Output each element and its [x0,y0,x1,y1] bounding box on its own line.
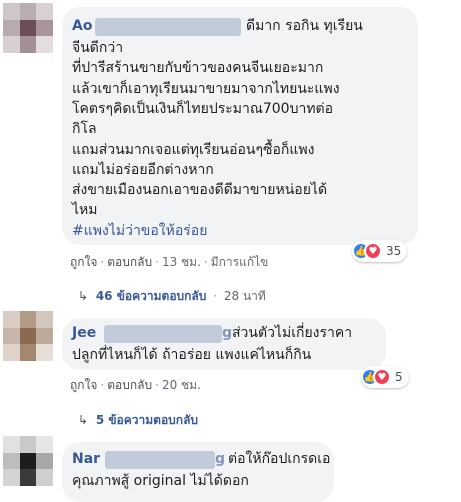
comment-actions: ถูกใจ · ตอบกลับ · 13 ชม. · มีการแก้ไข [70,255,269,269]
reaction-count: 35 [386,244,402,258]
comment-text-line: แถมส่วนมากเจอแต่ทุเรียนอ่อนๆซื้อก็แพง [72,141,315,158]
comment-text-line: คุณภาพสู้ original ไม่ได้ดอก [72,473,249,489]
heart-icon: ♥ [373,368,391,386]
like-link[interactable]: ถูกใจ [70,255,97,269]
reply-arrow-icon: ↳ [78,289,89,303]
comment-author[interactable]: Jee [72,323,96,344]
hashtag-link[interactable]: #แพงไม่ว่าขอให้อร่อย [72,221,207,242]
author-name-blur [104,325,222,343]
avatar[interactable] [3,311,53,361]
reply-link[interactable]: ตอบกลับ [107,378,152,392]
edited-label[interactable]: มีการแก้ไข [211,255,269,269]
comment-author-tail[interactable]: g [215,449,225,470]
view-replies-link[interactable]: ↳ 5 ข้อความตอบกลับ [78,412,198,428]
author-name-blur [95,18,241,36]
reaction-summary[interactable]: 👍 ♥ 5 [361,366,409,388]
reaction-count: 5 [395,370,403,384]
comment-text-line: ต่อให้ก๊อปเกรดเอ [228,451,331,467]
replies-count[interactable]: 46 ข้อความตอบกลับ [96,289,207,303]
comment-time[interactable]: 20 ชม. [162,378,201,392]
avatar[interactable] [3,436,53,486]
comment-text-line: ส่งขายเมืองนอกเอาของดีดีมาขายหน่อยได้ [72,182,328,199]
comment-text-line: จีนดีกว่า [72,40,124,56]
like-link[interactable]: ถูกใจ [70,378,97,392]
comment-author[interactable]: Nar [72,449,100,470]
reaction-summary[interactable]: 👍 ♥ 35 [352,240,408,262]
replies-time: 28 นาที [223,289,266,303]
reply-arrow-icon: ↳ [78,413,89,427]
comment-text-line: กิโล [72,121,97,138]
view-replies-link[interactable]: ↳ 46 ข้อความตอบกลับ · 28 นาที [78,288,266,304]
replies-count[interactable]: 5 ข้อความตอบกลับ [96,413,198,427]
heart-icon: ♥ [364,242,382,260]
comment-text-line: ดีมาก รอกิน ทุเรียน [246,18,363,34]
comment-text-line: ไหม [72,202,98,219]
comment-time[interactable]: 13 ชม. [162,255,201,269]
comment-author[interactable]: Ao [72,16,92,37]
comment-text-line: โคตรๆคิดเป็นเงินก็ไทยประมาณ700บาทต่อ [72,100,334,117]
avatar[interactable] [3,3,53,53]
reply-link[interactable]: ตอบกลับ [107,255,152,269]
comment-text-line: ที่ปารีสร้านขายกับข้าวของคนจีนเยอะมาก [72,60,324,77]
author-name-blur [105,451,215,469]
comment-text-line: ปลูกที่ไหนก็ได้ ถ้าอร่อย แพงแค่ไหนก็กิน [72,347,312,363]
comment-author-tail[interactable]: g [222,323,232,344]
comment-text-line: แถมไม่อร่อยอีกต่างหาก [72,161,214,178]
comment-text-line: ส่วนตัวไม่เกี่ยงราคา [232,325,353,341]
comment-text-line: แล้วเขาก็เอาทุเรียนมาขายมาจากไทยนะแพง [72,80,340,97]
comment-actions: ถูกใจ · ตอบกลับ · 20 ชม. [70,378,201,392]
